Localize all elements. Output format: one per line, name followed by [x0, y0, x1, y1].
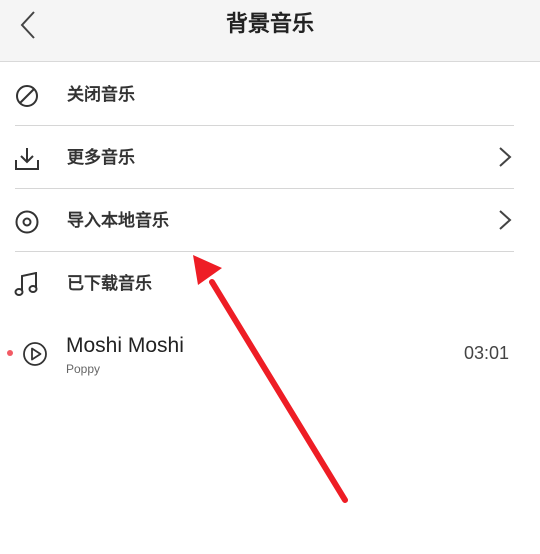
header-bar: 背景音乐 — [0, 0, 540, 62]
menu-item-more-music[interactable]: 更多音乐 — [0, 126, 540, 189]
song-artist: Poppy — [66, 362, 101, 376]
ban-circle-icon — [16, 85, 38, 107]
menu-item-label: 更多音乐 — [67, 148, 135, 168]
song-item[interactable]: Moshi Moshi Poppy 03:01 — [0, 318, 540, 390]
disc-icon — [15, 210, 39, 234]
menu-item-label: 已下载音乐 — [67, 274, 152, 294]
play-circle-icon[interactable] — [22, 341, 48, 367]
music-note-icon — [14, 272, 38, 296]
playing-indicator-dot — [7, 350, 13, 356]
menu-item-downloaded-music[interactable]: 已下载音乐 — [0, 252, 540, 315]
menu-item-import-local-music[interactable]: 导入本地音乐 — [0, 189, 540, 252]
menu-item-label: 导入本地音乐 — [67, 211, 169, 231]
song-title: Moshi Moshi — [66, 334, 184, 357]
chevron-right-icon — [499, 147, 512, 167]
download-icon — [15, 148, 39, 170]
page-title: 背景音乐 — [225, 12, 314, 37]
chevron-right-icon — [499, 210, 512, 230]
menu-item-label: 关闭音乐 — [67, 85, 135, 105]
song-duration: 03:01 — [463, 343, 509, 363]
menu-item-close-music[interactable]: 关闭音乐 — [0, 63, 540, 126]
